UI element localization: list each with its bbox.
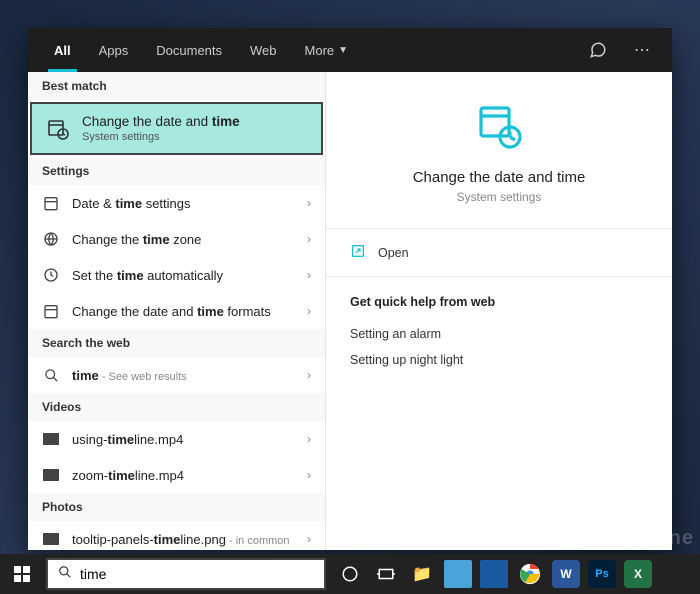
taskbar-search-box[interactable] [46,558,326,590]
video-item-label: using-timeline.mp4 [72,432,295,447]
results-column: Best match Change the date and time Syst… [28,72,326,550]
calendar-clock-icon [46,117,70,141]
tab-documents[interactable]: Documents [142,28,236,72]
section-search-web: Search the web [28,329,325,357]
settings-item[interactable]: Change the time zone › [28,221,325,257]
help-item[interactable]: Setting an alarm [350,321,648,347]
more-options-icon[interactable]: ⋯ [624,32,660,68]
tab-all[interactable]: All [40,28,85,72]
section-videos: Videos [28,393,325,421]
chevron-right-icon: › [307,532,311,546]
excel-icon[interactable]: X [624,560,652,588]
search-icon [58,565,72,584]
calendar-icon [42,194,60,212]
best-match-item[interactable]: Change the date and time System settings [30,102,323,155]
chevron-right-icon: › [307,368,311,382]
open-action[interactable]: Open [326,229,672,276]
help-header: Get quick help from web [350,295,648,309]
chevron-right-icon: › [307,268,311,282]
open-icon [350,243,366,262]
settings-item-label: Date & time settings [72,196,295,211]
settings-item[interactable]: Date & time settings › [28,185,325,221]
help-item[interactable]: Setting up night light [350,347,648,373]
tab-apps[interactable]: Apps [85,28,143,72]
search-icon [42,366,60,384]
open-label: Open [378,246,409,260]
video-item[interactable]: using-timeline.mp4 › [28,421,325,457]
word-icon[interactable]: W [552,560,580,588]
image-file-icon [42,530,60,548]
chevron-down-icon: ▼ [338,45,348,56]
video-item-label: zoom-timeline.mp4 [72,468,295,483]
chevron-right-icon: › [307,304,311,318]
preview-subtitle: System settings [457,190,542,204]
tab-web[interactable]: Web [236,28,291,72]
task-view-icon[interactable] [368,554,404,594]
chevron-right-icon: › [307,468,311,482]
calendar-icon [42,302,60,320]
preview-column: Change the date and time System settings… [326,72,672,550]
search-input[interactable] [80,566,314,582]
web-result-item[interactable]: time - See web results › [28,357,325,393]
settings-item[interactable]: Set the time automatically › [28,257,325,293]
section-settings: Settings [28,157,325,185]
start-button[interactable] [0,554,44,594]
settings-item-label: Set the time automatically [72,268,295,283]
video-file-icon [42,466,60,484]
preview-title: Change the date and time [413,169,586,186]
app-icon[interactable] [480,560,508,588]
search-panel: All Apps Documents Web More▼ ⋯ Best matc… [28,28,672,550]
web-result-label: time - See web results [72,368,295,383]
chrome-icon[interactable] [512,554,548,594]
photo-item-label: tooltip-panels-timeline.png - in common [72,532,295,547]
video-file-icon [42,430,60,448]
chevron-right-icon: › [307,232,311,246]
best-match-title: Change the date and time [82,114,240,129]
settings-item-label: Change the time zone [72,232,295,247]
settings-item-label: Change the date and time formats [72,304,295,319]
clock-icon [42,266,60,284]
section-photos: Photos [28,493,325,521]
file-explorer-icon[interactable]: 📁 [404,554,440,594]
photoshop-icon[interactable]: Ps [588,560,616,588]
cortana-icon[interactable] [332,554,368,594]
feedback-icon[interactable] [580,32,616,68]
tabs-bar: All Apps Documents Web More▼ ⋯ [28,28,672,72]
video-item[interactable]: zoom-timeline.mp4 › [28,457,325,493]
chevron-right-icon: › [307,432,311,446]
globe-icon [42,230,60,248]
tab-more[interactable]: More▼ [291,28,363,72]
taskbar: 📁 W Ps X [0,554,700,594]
app-icon[interactable] [444,560,472,588]
photo-item[interactable]: tooltip-panels-timeline.png - in common … [28,521,325,550]
best-match-subtitle: System settings [82,131,240,143]
calendar-clock-large-icon [475,102,523,155]
settings-item[interactable]: Change the date and time formats › [28,293,325,329]
section-best-match: Best match [28,72,325,100]
chevron-right-icon: › [307,196,311,210]
